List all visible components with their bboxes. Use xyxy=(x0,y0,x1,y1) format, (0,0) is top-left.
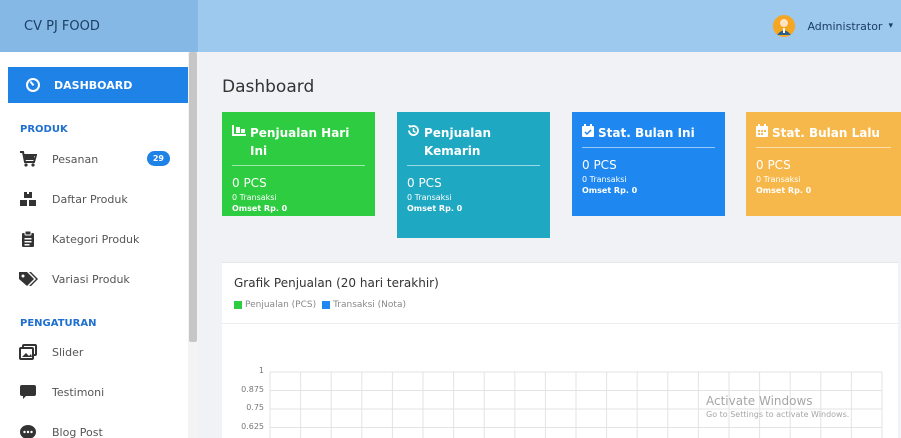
sidebar-item-label: Pesanan xyxy=(52,152,99,166)
user-menu[interactable]: Administrator ▾ xyxy=(773,15,901,37)
card-pcs: 0 PCS xyxy=(407,176,442,190)
card-omset: Omset Rp. 0 xyxy=(407,204,463,213)
sidebar-item-variasi-produk[interactable]: Variasi Produk xyxy=(18,268,178,290)
user-name[interactable]: Administrator xyxy=(807,20,882,33)
sidebar-item-testimoni[interactable]: Testimoni xyxy=(18,381,178,403)
card-pcs: 0 PCS xyxy=(232,176,267,190)
sidebar-item-slider[interactable]: Slider xyxy=(18,341,178,363)
sidebar-item-dashboard[interactable]: DASHBOARD xyxy=(8,67,188,103)
sidebar-item-label: Kategori Produk xyxy=(52,232,140,246)
dashboard-icon xyxy=(26,78,40,92)
card-transaksi: 0 Transaksi xyxy=(232,193,277,202)
stat-card-today: Penjualan Hari Ini 0 PCS 0 Transaksi Oms… xyxy=(222,112,375,216)
divider xyxy=(756,147,891,148)
card-title: Stat. Bulan Ini xyxy=(598,126,695,140)
card-pcs: 0 PCS xyxy=(582,158,617,172)
stat-card-yesterday: Penjualan Kemarin 0 PCS 0 Transaksi Omse… xyxy=(397,112,550,238)
image-icon xyxy=(18,342,38,362)
divider xyxy=(582,147,715,148)
card-omset: Omset Rp. 0 xyxy=(582,186,638,195)
boxes-icon xyxy=(18,189,38,209)
card-title: Penjualan Hari Ini xyxy=(250,126,350,158)
sidebar-item-daftar-produk[interactable]: Daftar Produk xyxy=(18,188,178,210)
windows-activation-watermark: Activate Windows Go to Settings to activ… xyxy=(706,394,849,419)
sidebar-item-label: Variasi Produk xyxy=(52,272,130,286)
card-omset: Omset Rp. 0 xyxy=(756,186,812,195)
truck-loading-icon xyxy=(232,124,246,142)
card-transaksi: 0 Transaksi xyxy=(756,175,801,184)
sidebar-item-blog-post[interactable]: Blog Post xyxy=(18,421,178,438)
sidebar-item-label: Daftar Produk xyxy=(52,192,128,206)
cart-icon xyxy=(18,149,38,169)
sidebar-item-label: Slider xyxy=(52,345,84,359)
calendar-check-icon xyxy=(582,124,594,142)
sidebar: DASHBOARD PRODUK Pesanan 29 Daftar Produ… xyxy=(0,52,198,438)
watermark-title: Activate Windows xyxy=(706,394,813,408)
clipboard-icon xyxy=(18,229,38,249)
card-title: Penjualan Kemarin xyxy=(424,126,491,158)
card-transaksi: 0 Transaksi xyxy=(582,175,627,184)
blog-icon xyxy=(18,422,38,438)
card-omset: Omset Rp. 0 xyxy=(232,204,288,213)
sidebar-section-produk: PRODUK xyxy=(20,124,68,135)
card-transaksi: 0 Transaksi xyxy=(407,193,452,202)
top-navbar: CV PJ FOOD Administrator ▾ xyxy=(0,0,901,52)
sidebar-item-kategori-produk[interactable]: Kategori Produk xyxy=(18,228,178,250)
calendar-icon xyxy=(756,124,768,142)
brand-logo[interactable]: CV PJ FOOD xyxy=(0,0,198,52)
page-title: Dashboard xyxy=(222,77,315,97)
order-count-badge: 29 xyxy=(146,151,170,166)
chevron-down-icon[interactable]: ▾ xyxy=(888,21,893,31)
divider xyxy=(407,165,540,166)
user-avatar-icon[interactable] xyxy=(773,15,796,37)
sidebar-item-pesanan[interactable]: Pesanan 29 xyxy=(18,148,178,170)
sidebar-section-pengaturan: PENGATURAN xyxy=(20,318,97,329)
card-title: Stat. Bulan Lalu xyxy=(772,126,880,140)
divider xyxy=(232,165,365,166)
card-pcs: 0 PCS xyxy=(756,158,791,172)
sidebar-item-label: Blog Post xyxy=(52,425,103,438)
history-icon xyxy=(407,124,420,142)
sidebar-item-label: DASHBOARD xyxy=(54,78,133,92)
stat-card-last-month: Stat. Bulan Lalu 0 PCS 0 Transaksi Omset… xyxy=(746,112,901,216)
stat-card-this-month: Stat. Bulan Ini 0 PCS 0 Transaksi Omset … xyxy=(572,112,725,216)
tags-icon xyxy=(18,269,38,289)
sidebar-scrollbar[interactable] xyxy=(188,52,198,438)
comment-icon xyxy=(18,382,38,402)
sidebar-item-label: Testimoni xyxy=(52,385,105,399)
watermark-subtitle: Go to Settings to activate Windows. xyxy=(706,410,850,419)
scrollbar-thumb[interactable] xyxy=(189,52,197,342)
